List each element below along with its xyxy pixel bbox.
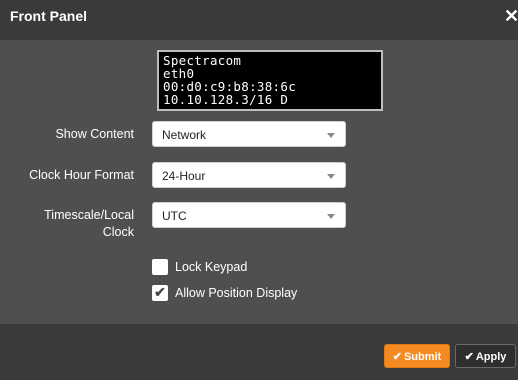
show-content-label: Show Content (55, 127, 134, 141)
front-panel-dialog: Front Panel ✕ Spectracom eth0 00:d0:c9:b… (0, 0, 518, 380)
checkmark-icon: ✔ (154, 284, 166, 300)
apply-button[interactable]: ✔ Apply (455, 344, 516, 368)
allow-position-display-checkbox[interactable]: ✔ (152, 284, 168, 301)
check-icon: ✔ (392, 351, 402, 363)
show-content-select[interactable]: Network (152, 121, 346, 147)
clock-hour-format-select[interactable]: 24-Hour (152, 162, 346, 188)
show-content-value: Network (162, 128, 207, 142)
lcd-line-4: 10.10.128.3/16 D (163, 92, 289, 107)
dialog-title: Front Panel (10, 8, 88, 24)
allow-position-display-label: Allow Position Display (175, 286, 298, 300)
dialog-titlebar: Front Panel ✕ (0, 0, 518, 40)
timescale-label-line2: Clock (102, 225, 134, 239)
lock-keypad-checkbox[interactable] (152, 259, 168, 275)
timescale-select[interactable]: UTC (152, 202, 346, 228)
submit-button[interactable]: ✔ Submit (384, 344, 450, 368)
submit-button-label: Submit (403, 351, 442, 363)
lock-keypad-label: Lock Keypad (175, 260, 248, 274)
apply-button-label: Apply (475, 351, 507, 363)
chevron-down-icon (327, 214, 335, 219)
close-icon[interactable]: ✕ (504, 6, 518, 26)
lcd-preview: Spectracom eth0 00:d0:c9:b8:38:6c 10.10.… (157, 50, 383, 111)
clock-hour-format-label: Clock Hour Format (29, 168, 134, 182)
timescale-value: UTC (162, 209, 187, 223)
timescale-label-line1: Timescale/Local (44, 208, 134, 222)
check-icon: ✔ (464, 351, 474, 363)
chevron-down-icon (327, 174, 335, 179)
chevron-down-icon (327, 133, 335, 138)
lcd-line-1: Spectracom (163, 53, 242, 68)
clock-hour-format-value: 24-Hour (162, 169, 206, 183)
